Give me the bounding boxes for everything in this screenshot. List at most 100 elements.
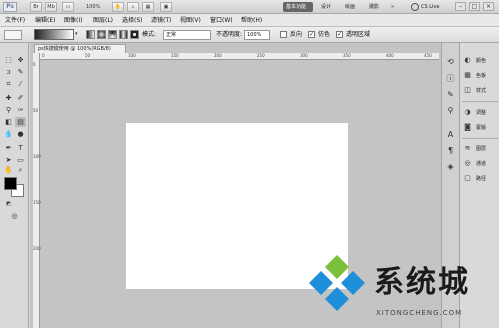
history-brush-tool-icon[interactable]: ✑	[15, 105, 26, 115]
panel-tab-masks[interactable]: ◙ 蒙版	[460, 121, 499, 135]
screen-mode-button[interactable]: ▣	[160, 2, 172, 12]
workspace-essentials[interactable]: 基本功能	[283, 2, 313, 12]
ruler-label: 100	[33, 154, 41, 159]
panel-tab-swatches[interactable]: ▦ 色板	[460, 69, 499, 83]
chevron-down-icon[interactable]: ▾	[75, 29, 80, 40]
menu-filter[interactable]: 滤镜(T)	[151, 14, 171, 27]
dither-checkbox[interactable]: ✓	[308, 31, 315, 38]
history-panel-icon[interactable]: ⟲	[445, 56, 456, 67]
paragraph-panel-icon[interactable]: ¶	[445, 145, 456, 156]
panel-divider	[462, 138, 498, 139]
character-panel-icon[interactable]: A	[445, 129, 456, 140]
ruler-label: 0	[42, 53, 45, 58]
menu-image[interactable]: 图像(I)	[64, 14, 82, 27]
shape-tool-icon[interactable]: ▭	[15, 155, 26, 165]
arrange-documents-button[interactable]: ▦	[142, 2, 154, 12]
photoshop-logo: Ps	[3, 2, 17, 12]
menu-layer[interactable]: 图层(L)	[93, 14, 113, 27]
clone-stamp-tool-icon[interactable]: ⚲	[3, 105, 14, 115]
ruler-label: 250	[257, 53, 265, 58]
workspace-more-button[interactable]: »	[388, 2, 397, 12]
eyedropper-tool-icon[interactable]: ⁄	[15, 79, 26, 89]
path-selection-tool-icon[interactable]: ➤	[3, 155, 14, 165]
vertical-ruler[interactable]: 0 50 100 150 200	[33, 53, 41, 328]
menu-window[interactable]: 窗口(W)	[210, 14, 233, 27]
close-button[interactable]: ×	[483, 2, 494, 11]
move-tool-icon[interactable]: ✥	[15, 55, 26, 65]
workspace-painting[interactable]: 绘画	[342, 2, 358, 12]
type-tool-icon[interactable]: T	[15, 143, 26, 153]
marquee-tool-icon[interactable]: ⬚	[3, 55, 14, 65]
transparency-checkbox[interactable]: ✓	[336, 31, 343, 38]
zoom-tool-button[interactable]: ⌕	[127, 2, 139, 12]
launch-bridge-button[interactable]: Br	[30, 2, 42, 12]
hand-tool-icon[interactable]: ✋	[3, 165, 14, 175]
menu-edit[interactable]: 编辑(E)	[35, 14, 55, 27]
panel-divider	[462, 101, 498, 102]
launch-minibridge-button[interactable]: Mb	[45, 2, 57, 12]
linear-gradient-button[interactable]	[86, 30, 95, 39]
panel-tab-color[interactable]: ◐ 颜色	[460, 54, 499, 68]
workspace-design[interactable]: 设计	[318, 2, 334, 12]
brush-tool-icon[interactable]: ✐	[15, 93, 26, 103]
swatches-panel-icon: ▦	[464, 71, 471, 79]
panel-tab-paths[interactable]: ▢ 路径	[460, 172, 499, 186]
gradient-picker[interactable]	[34, 29, 74, 40]
angle-gradient-button[interactable]	[108, 30, 117, 39]
view-extras-button[interactable]: ▭	[62, 2, 74, 12]
color-panel-icon: ◐	[464, 56, 471, 64]
quick-mask-icon[interactable]: ◎	[9, 211, 20, 221]
eraser-tool-icon[interactable]: ◧	[3, 117, 14, 127]
ruler-label: 50	[33, 108, 39, 113]
quick-selection-tool-icon[interactable]: ✎	[15, 67, 26, 77]
document-tab[interactable]: ps快捷键使用 @ 100%(RGB/8)	[34, 44, 126, 53]
clone-source-panel-icon[interactable]: ⚲	[445, 105, 456, 116]
reverse-checkbox[interactable]	[280, 31, 287, 38]
dodge-tool-icon[interactable]: ●	[15, 129, 26, 139]
lasso-tool-icon[interactable]: ↄ	[3, 67, 14, 77]
pen-tool-icon[interactable]: ✒	[3, 143, 14, 153]
panel-tab-styles[interactable]: ◫ 样式	[460, 84, 499, 98]
menu-help[interactable]: 帮助(H)	[241, 14, 262, 27]
zoom-tool-icon[interactable]: ⌕	[15, 165, 26, 175]
foreground-color-swatch[interactable]	[4, 177, 17, 190]
menu-file[interactable]: 文件(F)	[5, 14, 25, 27]
healing-brush-tool-icon[interactable]: ✚	[3, 93, 14, 103]
default-colors-icon[interactable]: ◩	[3, 199, 14, 209]
zoom-level[interactable]: 100%	[86, 2, 108, 12]
hand-tool-button[interactable]: ✋	[112, 2, 124, 12]
radial-gradient-button[interactable]	[97, 30, 106, 39]
cs-live-icon[interactable]	[411, 3, 419, 11]
masks-panel-icon: ◙	[464, 123, 471, 131]
panel-tab-layers[interactable]: ≋ 图层	[460, 142, 499, 156]
horizontal-ruler[interactable]: 0 50 100 150 200 250 300 350 400 450	[40, 53, 439, 60]
gradient-tool-icon[interactable]: ▤	[15, 117, 26, 127]
minimize-button[interactable]: –	[455, 2, 466, 11]
opacity-input[interactable]: 100%	[244, 30, 270, 40]
diamond-gradient-button[interactable]	[130, 30, 139, 39]
paths-panel-icon: ▢	[464, 174, 471, 182]
crop-tool-icon[interactable]: ⌗	[3, 79, 14, 89]
info-panel-icon[interactable]: ⓘ	[445, 73, 456, 84]
mode-select[interactable]: 正常	[163, 30, 211, 40]
options-bar: ▾ 模式: 正常 不透明度: 100% 反向 ✓ 仿色 ✓ 透明区域	[0, 27, 499, 43]
3d-panel-icon[interactable]: ◈	[445, 161, 456, 172]
panel-tab-channels[interactable]: ◎ 通道	[460, 157, 499, 171]
layers-panel-icon: ≋	[464, 144, 471, 152]
reflected-gradient-button[interactable]	[119, 30, 128, 39]
panel-label: 通道	[476, 161, 487, 167]
panel-label: 颜色	[476, 58, 487, 64]
transparency-label: 透明区域	[346, 31, 371, 38]
cs-live-button[interactable]: CS Live	[421, 2, 439, 12]
menu-view[interactable]: 视图(V)	[180, 14, 201, 27]
brush-panel-icon[interactable]: ✎	[445, 89, 456, 100]
panel-label: 色板	[476, 73, 487, 79]
opacity-label: 不透明度:	[216, 31, 243, 38]
menu-select[interactable]: 选择(S)	[122, 14, 143, 27]
tool-preset-picker[interactable]	[4, 30, 22, 40]
maximize-button[interactable]: □	[469, 2, 480, 11]
workspace-photography[interactable]: 摄影	[366, 2, 382, 12]
panel-tab-adjustments[interactable]: ◑ 调整	[460, 106, 499, 120]
blur-tool-icon[interactable]: 💧	[3, 129, 14, 139]
panel-label: 样式	[476, 88, 487, 94]
